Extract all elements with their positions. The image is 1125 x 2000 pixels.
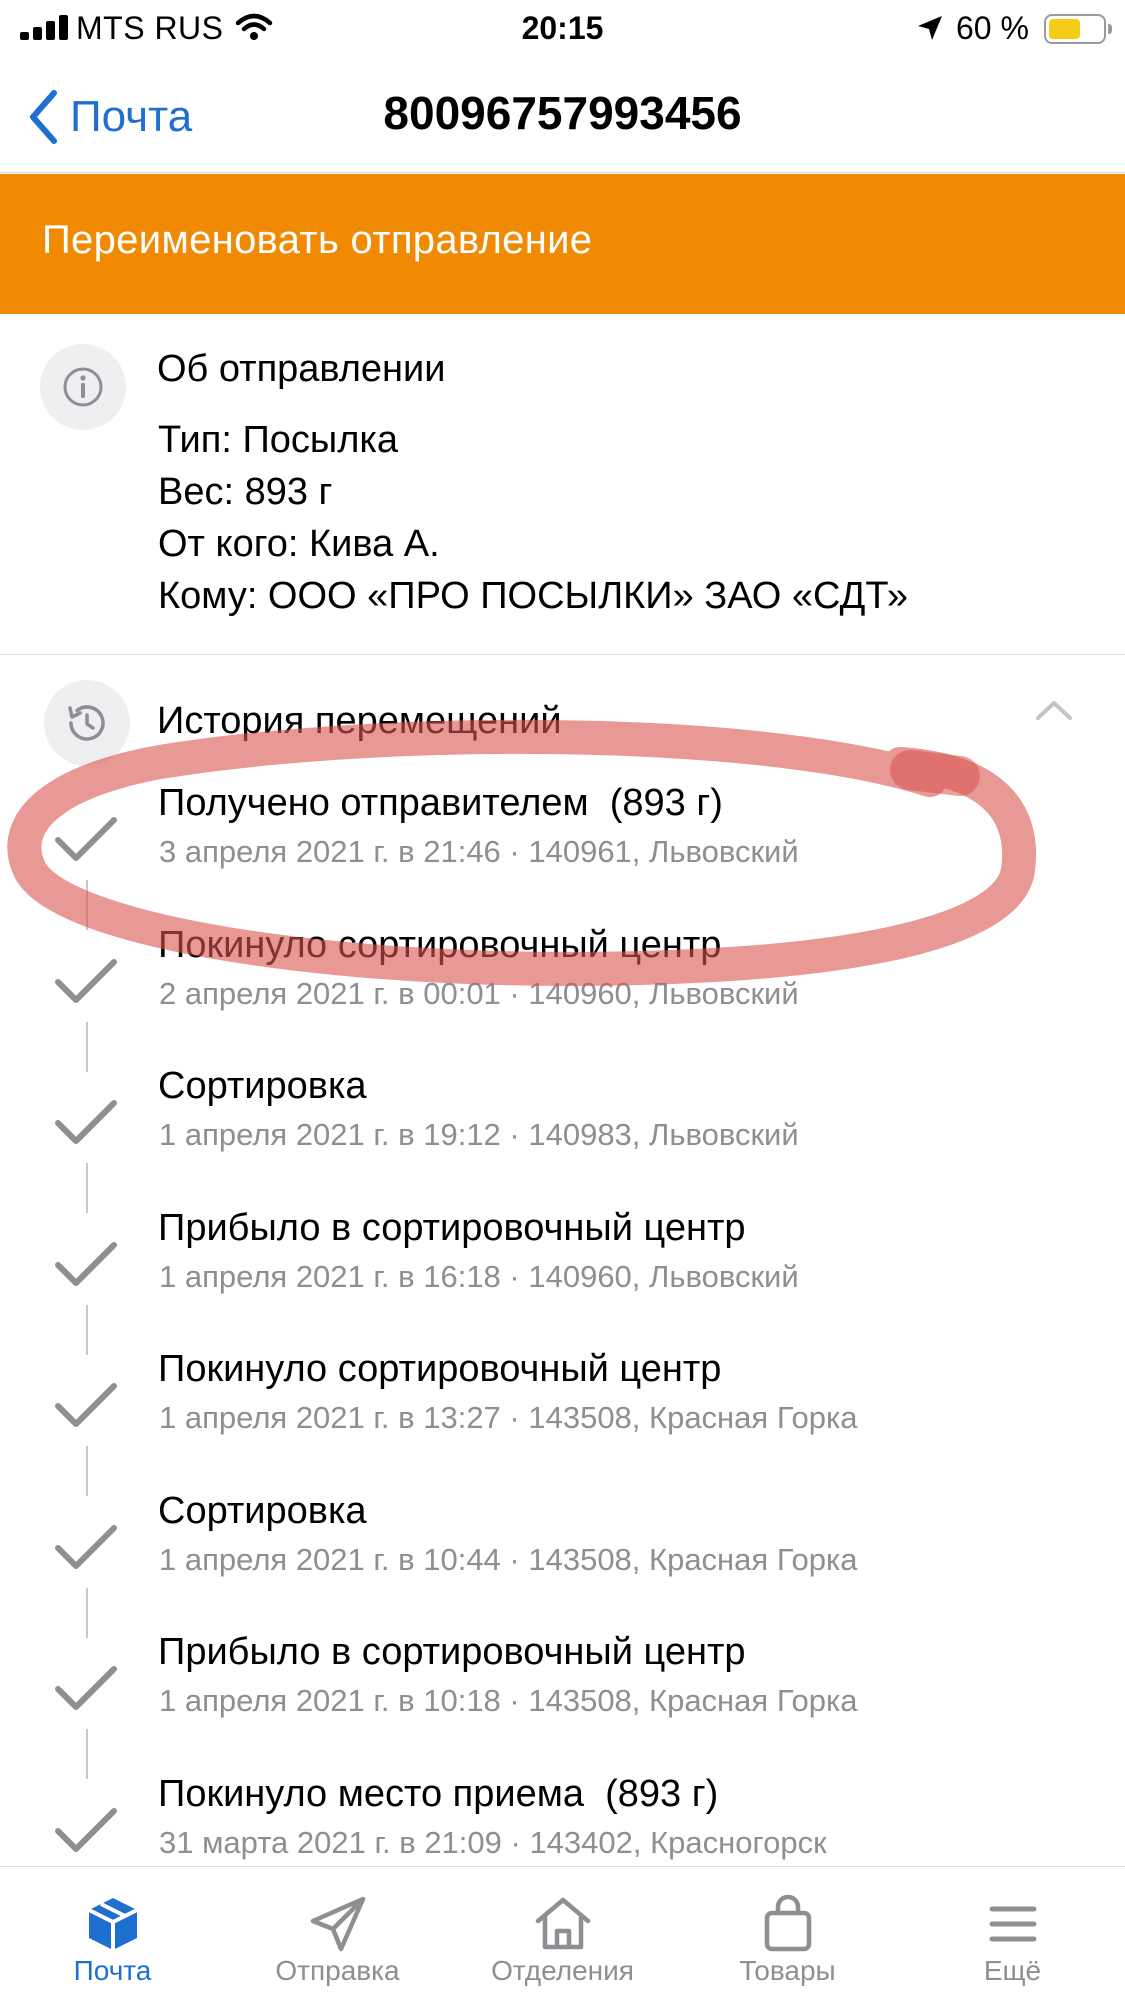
event-title: Прибыло в сортировочный центр xyxy=(158,1631,746,1673)
box-icon xyxy=(88,1898,138,1950)
history-event: Сортировка 1 апреля 2021 г. в 19:12 · 14… xyxy=(0,1059,1125,1213)
checkmark-icon xyxy=(55,1666,117,1710)
history-event: Покинуло сортировочный центр 1 апреля 20… xyxy=(0,1342,1125,1496)
info-icon xyxy=(40,344,126,430)
checkmark-icon xyxy=(55,1100,117,1144)
history-event: Покинуло место приема (893 г) 31 марта 2… xyxy=(0,1767,1125,1867)
event-title: Покинуло место приема (893 г) xyxy=(158,1772,719,1815)
event-details: 1 апреля 2021 г. в 10:18 · 143508, Красн… xyxy=(159,1683,858,1718)
checkmark-icon xyxy=(55,1524,117,1569)
tab-label: Товары xyxy=(739,1955,836,1986)
shipment-weight: Вес: 893 г xyxy=(158,471,333,513)
history-event: Получено отправителем (893 г) 3 апреля 2… xyxy=(0,776,1125,930)
tab-label: Отделения xyxy=(491,1955,634,1986)
history-events-list: Получено отправителем (893 г) 3 апреля 2… xyxy=(0,776,1125,1866)
checkmark-icon xyxy=(55,1807,117,1852)
event-details: 1 апреля 2021 г. в 10:44 · 143508, Красн… xyxy=(159,1541,858,1577)
history-event: Сортировка 1 апреля 2021 г. в 10:44 · 14… xyxy=(0,1484,1125,1638)
tab-more[interactable]: Ещё xyxy=(900,1867,1125,2000)
event-details: 1 апреля 2021 г. в 13:27 · 143508, Красн… xyxy=(159,1400,858,1435)
movement-history-section: История перемещений Получено отправителе… xyxy=(0,656,1125,1866)
event-title: Прибыло в сортировочный центр xyxy=(158,1206,746,1249)
shipment-info-section: Об отправлении Тип: Посылка Вес: 893 г О… xyxy=(0,314,1125,654)
shipment-recipient: Кому: ООО «ПРО ПОСЫЛКИ» ЗАО «СДТ» xyxy=(158,575,908,617)
history-event: Прибыло в сортировочный центр 1 апреля 2… xyxy=(0,1625,1125,1779)
history-clock-icon xyxy=(44,680,130,766)
chevron-up-icon[interactable] xyxy=(1034,698,1074,722)
tab-offices[interactable]: Отделения xyxy=(450,1867,675,2000)
tab-mail[interactable]: Почта xyxy=(0,1867,225,2000)
divider xyxy=(0,654,1125,655)
history-event: Прибыло в сортировочный центр 1 апреля 2… xyxy=(0,1201,1125,1355)
tab-label: Почта xyxy=(73,1955,152,1986)
rename-shipment-label: Переименовать отправление xyxy=(42,218,593,262)
event-title: Покинуло сортировочный центр xyxy=(158,923,722,966)
shipment-type: Тип: Посылка xyxy=(158,419,398,461)
checkmark-icon xyxy=(55,1241,117,1286)
event-details: 2 апреля 2021 г. в 00:01 · 140960, Львов… xyxy=(159,975,799,1011)
rename-shipment-button[interactable]: Переименовать отправление xyxy=(0,174,1125,314)
page-title: 80096757993456 xyxy=(383,87,742,139)
event-title: Покинуло сортировочный центр xyxy=(158,1348,722,1390)
location-arrow-icon xyxy=(918,16,942,40)
battery-icon xyxy=(1044,14,1112,44)
history-event: Покинуло сортировочный центр 2 апреля 20… xyxy=(0,918,1125,1072)
bottom-tab-bar: Почта Отправка Отделения Товары Ещё xyxy=(0,1866,1125,2000)
checkmark-icon xyxy=(55,958,117,1003)
event-title: Получено отправителем (893 г) xyxy=(158,782,723,824)
battery-percent: 60 % xyxy=(956,10,1029,46)
event-title: Сортировка xyxy=(158,1489,367,1532)
checkmark-icon xyxy=(55,817,117,861)
tab-label: Отправка xyxy=(275,1955,400,1986)
paper-plane-icon xyxy=(310,1896,366,1952)
shipment-info-title: Об отправлении xyxy=(157,348,446,390)
event-title: Сортировка xyxy=(158,1065,367,1107)
event-details: 1 апреля 2021 г. в 19:12 · 140983, Львов… xyxy=(159,1117,799,1152)
house-icon xyxy=(535,1897,591,1950)
tab-send[interactable]: Отправка xyxy=(225,1867,450,2000)
battery-level xyxy=(1049,19,1081,39)
tab-goods[interactable]: Товары xyxy=(675,1867,900,2000)
tab-label: Ещё xyxy=(983,1955,1042,1986)
menu-icon xyxy=(989,1906,1037,1942)
status-bar: MTS RUS 20:15 60 % xyxy=(0,0,1125,58)
shipment-info-details: Тип: Посылка Вес: 893 г От кого: Кива А.… xyxy=(158,414,908,622)
checkmark-icon xyxy=(55,1383,117,1427)
shopping-bag-icon xyxy=(764,1894,812,1952)
event-details: 31 марта 2021 г. в 21:09 · 143402, Красн… xyxy=(159,1824,827,1860)
divider xyxy=(0,172,1125,173)
movement-history-title: История перемещений xyxy=(157,700,562,742)
event-details: 1 апреля 2021 г. в 16:18 · 140960, Львов… xyxy=(159,1258,799,1294)
navigation-bar: Почта 80096757993456 xyxy=(0,70,1125,170)
shipment-sender: От кого: Кива А. xyxy=(158,523,440,565)
event-details: 3 апреля 2021 г. в 21:46 · 140961, Львов… xyxy=(159,834,799,869)
